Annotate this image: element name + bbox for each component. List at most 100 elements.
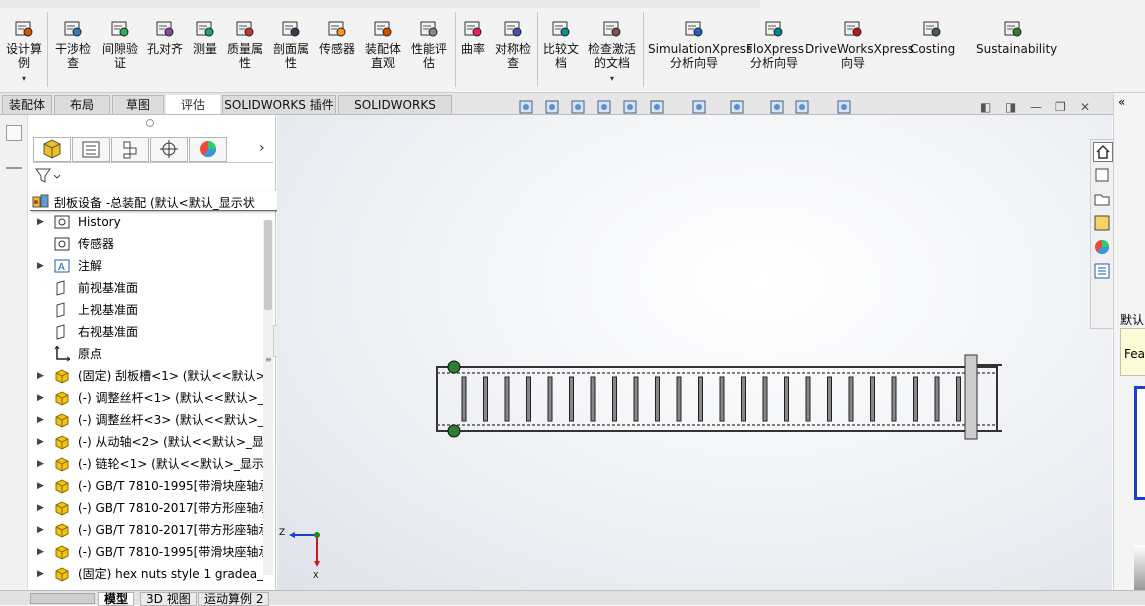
zoom-to-fit-icon[interactable] (517, 98, 535, 116)
conveyor-slat[interactable] (762, 376, 768, 422)
tab-scroll-buttons[interactable] (30, 593, 95, 604)
chevron-right-icon[interactable]: › (259, 140, 265, 156)
previous-view-icon[interactable] (569, 98, 587, 116)
expand-arrow-icon[interactable]: ▶ (37, 365, 44, 387)
conveyor-model[interactable] (277, 115, 1112, 590)
expand-arrow-icon[interactable]: ▶ (37, 497, 44, 519)
conveyor-slat[interactable] (848, 376, 854, 422)
ribbon-button-section-props[interactable]: 剖面属性 (270, 18, 312, 70)
tab-4[interactable]: SOLIDWORKS 插件 (222, 95, 336, 114)
expand-arrow-icon[interactable]: ▶ (37, 255, 44, 277)
ribbon-button-measure[interactable]: 测量 (190, 18, 220, 56)
conveyor-slat[interactable] (590, 376, 596, 422)
ribbon-button-hole-align[interactable]: 孔对齐 (146, 18, 184, 56)
ribbon-button-curvature[interactable]: 曲率 (458, 18, 488, 56)
bottom-tab-1[interactable]: 3D 视图 (140, 592, 197, 606)
expand-arrow-icon[interactable]: ▶ (37, 431, 44, 453)
tab-1[interactable]: 布局 (54, 95, 110, 114)
tree-item[interactable]: 传感器 (28, 233, 268, 255)
ribbon-button-interference[interactable]: 干涉检查 (53, 18, 93, 70)
expand-arrow-icon[interactable]: ▶ (37, 211, 44, 233)
ribbon-button-sensor[interactable]: 传感器 (317, 18, 357, 56)
ribbon-button-costing[interactable]: Costing (910, 18, 955, 56)
ribbon-button-mass-props[interactable]: 质量属性 (225, 18, 265, 70)
conveyor-slat[interactable] (805, 376, 811, 422)
conveyor-slat[interactable] (526, 376, 531, 422)
filter-icon[interactable] (34, 167, 62, 185)
expand-arrow-icon[interactable]: ▶ (37, 563, 44, 585)
close-icon[interactable]: ✕ (1080, 100, 1090, 114)
scrollbar-thumb[interactable] (264, 220, 272, 310)
edit-appearance-icon[interactable] (768, 98, 786, 116)
conveyor-slat[interactable] (784, 376, 789, 422)
dynamic-annotation-icon[interactable] (621, 98, 639, 116)
ribbon-button-assembly-visual[interactable]: 装配体 直观 (362, 18, 404, 70)
conveyor-slat[interactable] (483, 376, 488, 422)
step-icon[interactable] (6, 155, 22, 169)
tree-item[interactable]: ▶ (-) GB/T 7810-2017[带方形座轴承 (28, 519, 268, 541)
conveyor-slat[interactable] (827, 376, 832, 422)
conveyor-slat[interactable] (870, 376, 875, 422)
conveyor-slat[interactable] (913, 376, 918, 422)
tree-item[interactable]: 右视基准面 (28, 321, 268, 343)
bottom-tab-2[interactable]: 运动算例 2 (198, 592, 270, 606)
ribbon-button-floxpress[interactable]: FloXpress 分析向导 (746, 18, 804, 70)
bottom-tab-0[interactable]: 模型 (98, 592, 135, 606)
dimxpert-tab[interactable] (150, 137, 188, 162)
ribbon-button-symmetry[interactable]: 对称检查 (492, 18, 534, 70)
ribbon-button-simxpress[interactable]: SimulationXpress 分析向导 (648, 18, 752, 70)
tree-item[interactable]: ▶ (固定) hex nuts style 1 gradea_ (28, 563, 268, 585)
conveyor-slat[interactable] (655, 376, 660, 422)
home-icon[interactable] (1093, 142, 1113, 162)
dropdown-caret-icon[interactable]: ▾ (4, 72, 44, 86)
conveyor-slat[interactable] (698, 376, 703, 422)
conveyor-slat[interactable] (461, 376, 467, 422)
conveyor-slat[interactable] (891, 376, 897, 422)
ribbon-button-performance[interactable]: 性能评估 (408, 18, 450, 70)
collapse-pane-icon[interactable]: « (1118, 95, 1125, 109)
tree-item[interactable]: 原点 (28, 343, 268, 365)
expand-arrow-icon[interactable]: ▶ (37, 453, 44, 475)
tree-item[interactable]: ▶ (-) GB/T 7810-2017[带方形座轴承 (28, 497, 268, 519)
hide-show-icon[interactable] (728, 98, 746, 116)
custom-properties-icon[interactable] (1093, 262, 1113, 282)
tree-scrollbar[interactable]: ≡ (263, 220, 273, 575)
restore-icon[interactable]: ❐ (1055, 100, 1066, 114)
expand-arrow-icon[interactable]: ▶ (37, 409, 44, 431)
apply-scene-icon[interactable] (793, 98, 811, 116)
view-settings-icon[interactable] (835, 98, 853, 116)
conveyor-slat[interactable] (956, 376, 961, 422)
tab-0[interactable]: 装配体 (2, 95, 52, 114)
section-view-icon[interactable] (595, 98, 613, 116)
conveyor-slat[interactable] (934, 376, 940, 422)
tree-item[interactable]: ▶ A 注解 (28, 255, 268, 277)
tab-2[interactable]: 草图 (112, 95, 164, 114)
view-orientation-icon[interactable] (648, 98, 666, 116)
configuration-manager-tab[interactable] (111, 137, 149, 162)
collapse-icon[interactable] (6, 125, 22, 141)
tree-item[interactable]: 上视基准面 (28, 299, 268, 321)
ribbon-button-check-doc[interactable]: 检查激活 的文档 ▾ (585, 18, 639, 86)
tree-item[interactable]: ▶ (-) GB/T 7810-1995[带滑块座轴承 (28, 541, 268, 563)
conveyor-slat[interactable] (633, 376, 639, 422)
dropdown-caret-icon[interactable]: ▾ (585, 72, 639, 86)
display-style-icon[interactable] (690, 98, 708, 116)
ribbon-button-compare[interactable]: 比较文档 (540, 18, 582, 70)
appearances-icon[interactable] (1093, 238, 1113, 258)
display-manager-tab[interactable] (189, 137, 227, 162)
file-explorer-icon[interactable] (1093, 190, 1113, 210)
tree-item[interactable]: ▶ (固定) 刮板槽<1> (默认<<默认>_ (28, 365, 268, 387)
conveyor-slat[interactable] (676, 376, 682, 422)
expand-arrow-icon[interactable]: ▶ (37, 541, 44, 563)
tab-3[interactable]: 评估 (166, 95, 220, 114)
expand-arrow-icon[interactable]: ▶ (37, 387, 44, 409)
ribbon-button-driveworks[interactable]: DriveWorksXpress 向导 (805, 18, 914, 70)
panel-grip-icon[interactable] (146, 119, 154, 127)
design-library-icon[interactable] (1093, 166, 1113, 186)
zoom-area-icon[interactable] (543, 98, 561, 116)
conveyor-slat[interactable] (547, 376, 553, 422)
tile-left-icon[interactable]: ◧ (980, 100, 991, 114)
tree-item[interactable]: ▶ (-) GB/T 7810-1995[带滑块座轴承 (28, 475, 268, 497)
ribbon-button-clearance[interactable]: 间隙验证 (99, 18, 141, 70)
tree-item[interactable]: ▶ (-) 调整丝杆<1> (默认<<默认>_显 (28, 387, 268, 409)
